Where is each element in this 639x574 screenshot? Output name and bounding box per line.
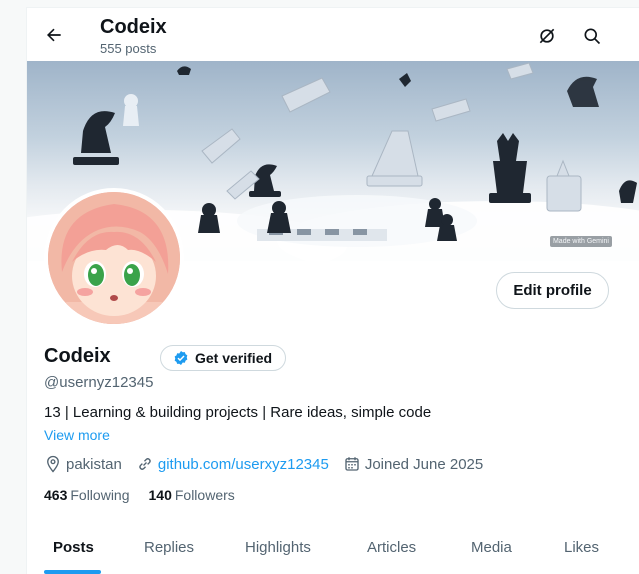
following-link[interactable]: 463 Following: [44, 487, 130, 503]
back-button[interactable]: [37, 18, 71, 52]
search-icon: [584, 28, 601, 45]
get-verified-label: Get verified: [195, 350, 273, 366]
link-icon: [139, 458, 151, 470]
joined-item: Joined June 2025: [343, 455, 483, 473]
followers-link[interactable]: 140 Followers: [149, 487, 235, 503]
location-icon: [47, 455, 59, 473]
profile-handle: @usernyz12345: [44, 374, 154, 391]
search-button[interactable]: [577, 21, 607, 51]
edit-profile-button[interactable]: Edit profile: [496, 272, 609, 309]
tab-highlights[interactable]: Highlights: [245, 539, 311, 556]
following-count: 463: [44, 487, 68, 503]
post-count: 555 posts: [100, 41, 157, 56]
active-tab-indicator: [44, 570, 101, 574]
avatar-image: [48, 192, 180, 324]
followers-count: 140: [148, 487, 172, 503]
tab-replies[interactable]: Replies: [144, 539, 194, 556]
banner-watermark: Made with Gemini: [549, 236, 612, 247]
location-item: pakistan: [44, 455, 122, 473]
view-more-link[interactable]: View more: [44, 427, 110, 443]
location-text: pakistan: [66, 455, 122, 473]
profile-meta: pakistan github.com/userxyz12345 Joined …: [44, 455, 497, 473]
profile-tabs: Posts Replies Highlights Articles Media …: [27, 533, 639, 574]
avatar[interactable]: [44, 188, 184, 328]
tab-likes[interactable]: Likes: [564, 539, 599, 556]
following-label: Following: [70, 487, 130, 503]
followers-label: Followers: [174, 487, 235, 503]
back-arrow-icon: [47, 28, 61, 42]
profile-header: Codeix 555 posts: [27, 8, 639, 61]
website-item[interactable]: github.com/userxyz12345: [136, 455, 329, 473]
tab-articles[interactable]: Articles: [367, 539, 416, 556]
tab-posts[interactable]: Posts: [53, 539, 94, 556]
calendar-icon: [345, 457, 359, 471]
profile-name: Codeix: [44, 345, 111, 367]
top-strip: [0, 0, 639, 8]
verified-badge-icon: [174, 351, 188, 365]
page-title: Codeix: [100, 16, 167, 38]
profile-column: Codeix 555 posts Made with Gemini Edit p…: [26, 8, 639, 574]
grok-icon: [539, 28, 555, 44]
grok-button[interactable]: [532, 21, 562, 51]
tab-media[interactable]: Media: [471, 539, 512, 556]
profile-bio: 13 | Learning & building projects | Rare…: [44, 404, 432, 421]
get-verified-button[interactable]: Get verified: [160, 345, 287, 371]
joined-text: Joined June 2025: [364, 455, 484, 473]
website-link[interactable]: github.com/userxyz12345: [158, 456, 329, 473]
follow-stats: 463 Following 140 Followers: [44, 487, 235, 503]
